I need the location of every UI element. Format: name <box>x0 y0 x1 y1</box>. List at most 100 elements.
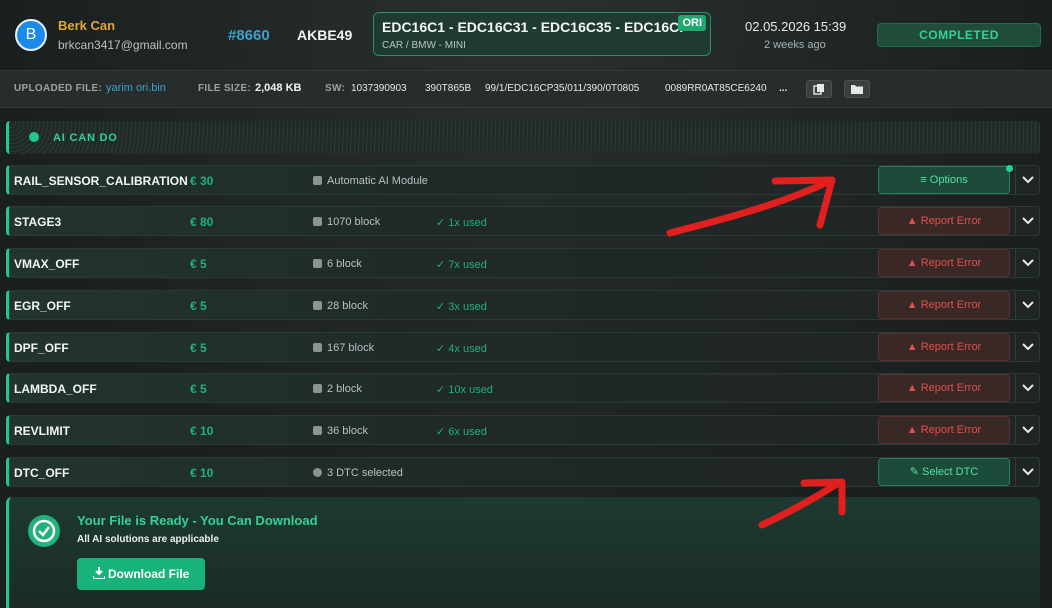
expand-toggle[interactable] <box>1015 249 1040 277</box>
warning-icon: ▲ <box>906 299 921 311</box>
solution-name: RAIL_SENSOR_CALIBRATION <box>14 174 188 188</box>
chevron-down-icon <box>1022 301 1034 309</box>
vehicle-info: CAR / BMW - MINI <box>382 40 466 51</box>
order-date: 02.05.2026 15:39 <box>745 19 847 34</box>
expand-toggle[interactable] <box>1015 416 1040 444</box>
solution-price: € 5 <box>190 341 207 355</box>
double-check-icon: ✓ <box>436 426 449 438</box>
ori-badge: ORI <box>678 15 706 31</box>
sw-value: 0089RR0AT85CE6240 <box>665 83 767 94</box>
solution-price: € 80 <box>190 215 214 229</box>
sw-more[interactable]: ... <box>779 83 787 94</box>
solution-price: € 10 <box>190 424 214 438</box>
cube-icon <box>313 384 322 393</box>
solution-row-stage3[interactable]: STAGE3 € 80 1070 block ✓ 1x used ▲ Repor… <box>6 206 1040 236</box>
download-icon <box>91 567 106 580</box>
check-circle-icon <box>28 515 60 547</box>
ecu-title: EDC16C1 - EDC16C31 - EDC16C35 - EDC16CP <box>382 19 689 35</box>
solution-row-revlimit[interactable]: REVLIMIT € 10 36 block ✓ 6x used ▲ Repor… <box>6 415 1040 445</box>
usage-count: ✓ 4x used <box>436 343 487 355</box>
expand-toggle[interactable] <box>1015 207 1040 235</box>
order-header: B Berk Can brkcan3417@gmail.com #8660 AK… <box>0 0 1052 70</box>
double-check-icon: ✓ <box>436 217 449 229</box>
report-error-button[interactable]: ▲ Report Error <box>878 207 1010 235</box>
warning-icon: ▲ <box>906 382 921 394</box>
warning-icon: ▲ <box>906 215 921 227</box>
solution-price: € 5 <box>190 257 207 271</box>
report-error-button[interactable]: ▲ Report Error <box>878 291 1010 319</box>
report-error-button[interactable]: ▲ Report Error <box>878 416 1010 444</box>
solution-row-rail-sensor[interactable]: RAIL_SENSOR_CALIBRATION € 30 Automatic A… <box>6 165 1040 195</box>
report-error-button[interactable]: ▲ Report Error <box>878 374 1010 402</box>
folder-icon <box>851 85 863 94</box>
solution-row-lambda-off[interactable]: LAMBDA_OFF € 5 2 block ✓ 10x used ▲ Repo… <box>6 373 1040 403</box>
cube-icon <box>313 301 322 310</box>
uploaded-file-link[interactable]: yarim ori.bin <box>106 82 166 94</box>
sw-value: 99/1/EDC16CP35/011/390/0T0805 <box>485 83 640 94</box>
solution-price: € 5 <box>190 382 207 396</box>
solution-price: € 30 <box>190 174 214 188</box>
expand-toggle[interactable] <box>1015 333 1040 361</box>
avatar[interactable]: B <box>15 19 47 51</box>
sw-value: 1037390903 <box>351 83 407 94</box>
solution-info: 2 block <box>313 383 362 395</box>
pencil-icon <box>313 176 322 185</box>
ecu-info-box: EDC16C1 - EDC16C31 - EDC16C35 - EDC16CP … <box>373 12 711 56</box>
solution-info: Automatic AI Module <box>313 175 428 187</box>
double-check-icon: ✓ <box>436 384 449 396</box>
usage-count: ✓ 6x used <box>436 426 487 438</box>
solution-row-dpf-off[interactable]: DPF_OFF € 5 167 block ✓ 4x used ▲ Report… <box>6 332 1040 362</box>
expand-toggle[interactable] <box>1015 374 1040 402</box>
section-title: AI CAN DO <box>53 132 118 144</box>
chevron-down-icon <box>1022 468 1034 476</box>
solution-info: 36 block <box>313 425 368 437</box>
file-ready-panel: Your File is Ready - You Can Download Al… <box>6 497 1040 608</box>
sliders-icon: ≡ <box>920 174 930 186</box>
solution-row-egr-off[interactable]: EGR_OFF € 5 28 block ✓ 3x used ▲ Report … <box>6 290 1040 320</box>
double-check-icon: ✓ <box>436 259 449 271</box>
solution-row-vmax-off[interactable]: VMAX_OFF € 5 6 block ✓ 7x used ▲ Report … <box>6 248 1040 278</box>
solution-name: STAGE3 <box>14 215 62 229</box>
expand-toggle[interactable] <box>1015 458 1040 486</box>
chevron-down-icon <box>1022 384 1034 392</box>
usage-count: ✓ 1x used <box>436 217 487 229</box>
warning-icon: ▲ <box>906 424 921 436</box>
report-error-button[interactable]: ▲ Report Error <box>878 249 1010 277</box>
usage-count: ✓ 7x used <box>436 259 487 271</box>
warning-icon: ▲ <box>906 341 921 353</box>
expand-toggle[interactable] <box>1015 291 1040 319</box>
cube-icon <box>313 426 322 435</box>
chevron-down-icon <box>1022 426 1034 434</box>
folder-button[interactable] <box>844 80 870 98</box>
download-file-button[interactable]: Download File <box>77 558 205 590</box>
solution-name: DPF_OFF <box>14 341 69 355</box>
ready-title: Your File is Ready - You Can Download <box>77 513 318 528</box>
user-name[interactable]: Berk Can <box>58 18 115 33</box>
copy-icon <box>813 84 824 95</box>
solution-row-dtc-off[interactable]: DTC_OFF € 10 3 DTC selected ✎ Select DTC <box>6 457 1040 487</box>
options-button[interactable]: ≡ Options <box>878 166 1010 194</box>
copy-button[interactable] <box>806 80 832 98</box>
report-error-button[interactable]: ▲ Report Error <box>878 333 1010 361</box>
solution-info: 6 block <box>313 258 362 270</box>
user-email: brkcan3417@gmail.com <box>58 38 188 52</box>
notification-dot <box>1006 165 1013 172</box>
solution-name: LAMBDA_OFF <box>14 382 97 396</box>
expand-toggle[interactable] <box>1015 166 1040 194</box>
chevron-down-icon <box>1022 176 1034 184</box>
brain-icon <box>29 132 39 142</box>
solution-info: 1070 block <box>313 216 380 228</box>
cube-icon <box>313 343 322 352</box>
ready-subtitle: All AI solutions are applicable <box>77 534 219 545</box>
gear-icon <box>313 468 322 477</box>
ai-can-do-header: AI CAN DO <box>6 121 1040 154</box>
chevron-down-icon <box>1022 259 1034 267</box>
cube-icon <box>313 217 322 226</box>
uploaded-file-label: UPLOADED FILE: <box>14 83 103 94</box>
order-id: #8660 <box>228 27 270 44</box>
cube-icon <box>313 259 322 268</box>
solution-price: € 10 <box>190 466 214 480</box>
status-badge: COMPLETED <box>877 23 1041 47</box>
warning-icon: ▲ <box>906 257 921 269</box>
select-dtc-button[interactable]: ✎ Select DTC <box>878 458 1010 486</box>
